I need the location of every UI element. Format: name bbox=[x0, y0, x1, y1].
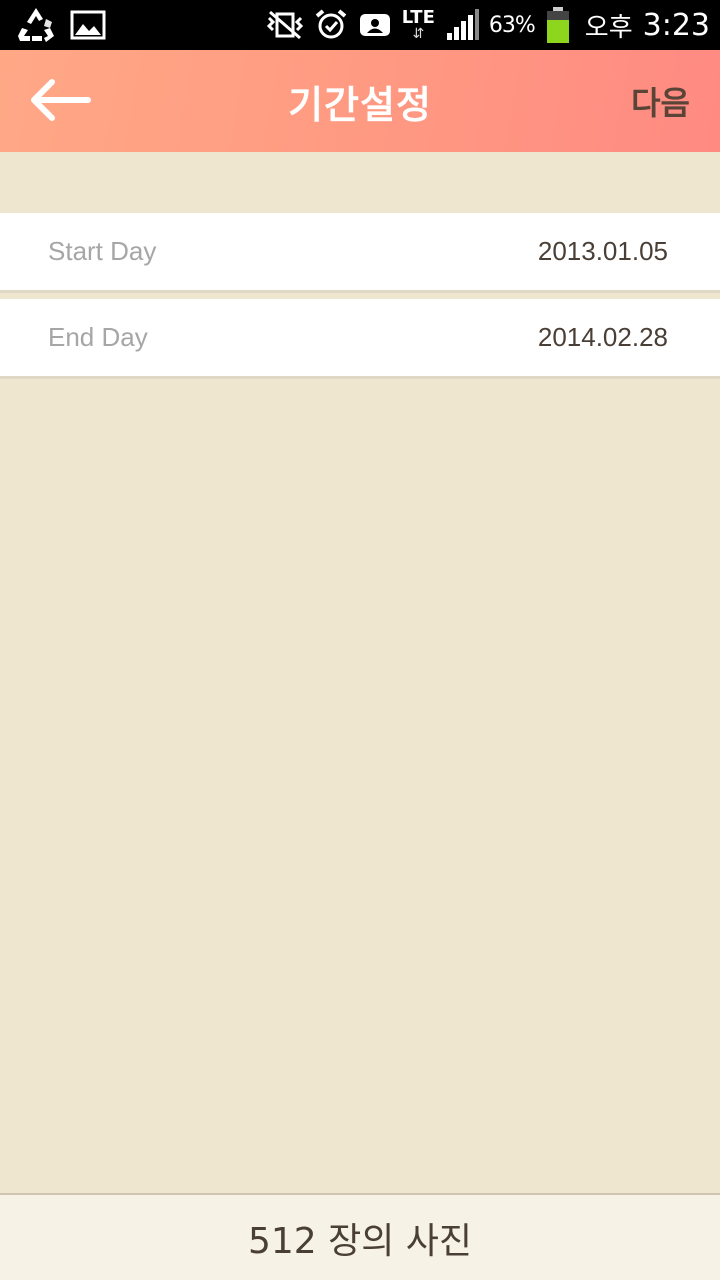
data-transfer-icon: ⇵ bbox=[412, 26, 425, 42]
end-day-value: 2014.02.28 bbox=[537, 322, 668, 352]
action-bar: 기간설정 다음 bbox=[0, 50, 720, 152]
photo-count-text: 512 장의 사진 bbox=[247, 1220, 473, 1262]
photo-count-footer[interactable]: 512 장의 사진 bbox=[0, 1193, 720, 1280]
page-title: 기간설정 bbox=[288, 82, 432, 127]
status-bar: LTE ⇵ 63% 오후 3:23 bbox=[0, 0, 720, 50]
clock-ampm: 오후 bbox=[584, 12, 633, 43]
status-left bbox=[16, 0, 106, 50]
contact-icon bbox=[358, 10, 392, 40]
back-button[interactable] bbox=[22, 74, 98, 130]
battery-percent: 63% bbox=[488, 12, 536, 38]
gallery-icon bbox=[70, 10, 106, 40]
lte-icon: LTE ⇵ bbox=[401, 7, 435, 42]
status-right: LTE ⇵ 63% 오후 3:23 bbox=[266, 0, 710, 50]
end-day-label: End Day bbox=[48, 322, 148, 352]
battery-icon bbox=[545, 6, 571, 44]
start-day-label: Start Day bbox=[48, 236, 157, 266]
vibrate-off-icon bbox=[266, 10, 304, 40]
alarm-icon bbox=[314, 8, 348, 42]
recycle-icon bbox=[16, 6, 56, 44]
start-day-row[interactable]: Start Day 2013.01.05 bbox=[0, 213, 720, 293]
next-button[interactable]: 다음 bbox=[631, 78, 690, 124]
end-day-row[interactable]: End Day 2014.02.28 bbox=[0, 299, 720, 379]
clock-time: 3:23 bbox=[642, 7, 710, 43]
arrow-left-icon bbox=[28, 78, 92, 126]
start-day-value: 2013.01.05 bbox=[537, 236, 668, 266]
signal-icon bbox=[445, 9, 479, 41]
